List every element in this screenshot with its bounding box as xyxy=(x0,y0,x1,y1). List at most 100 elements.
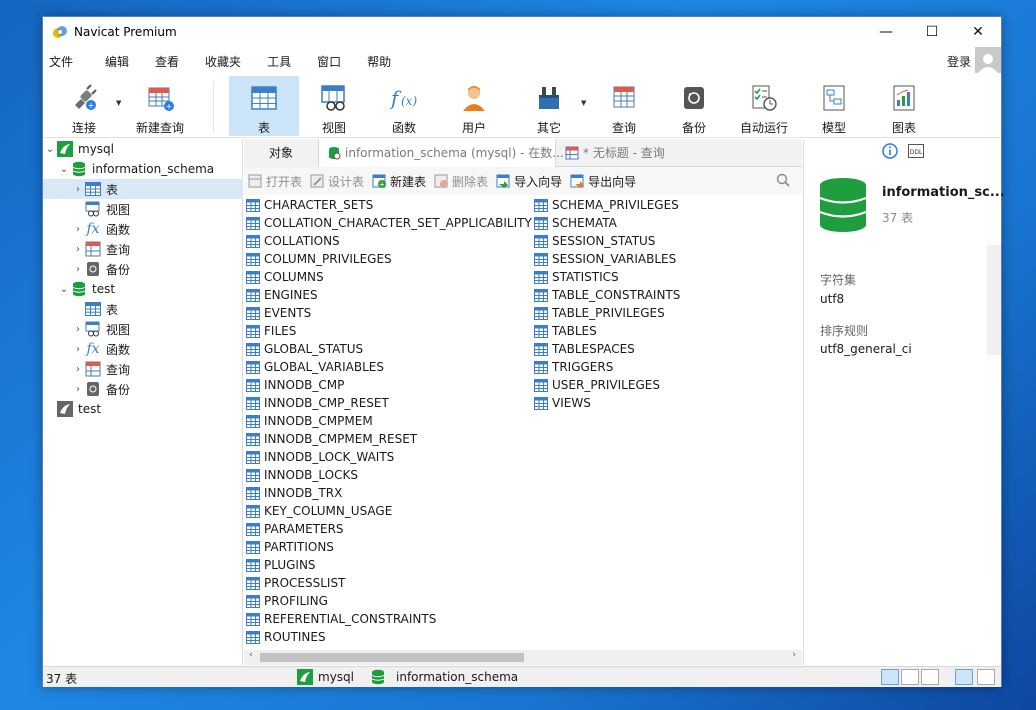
backup-button[interactable]: 备份 xyxy=(659,76,729,136)
table-list-item[interactable]: FILES xyxy=(246,322,296,340)
connect-button[interactable]: + 连接 xyxy=(49,76,119,136)
table-list-item[interactable]: COLLATIONS xyxy=(246,232,340,250)
table-list-item[interactable]: GLOBAL_VARIABLES xyxy=(246,358,384,376)
scroll-thumb[interactable] xyxy=(260,653,524,662)
tree-db-information-schema[interactable]: ⌄ information_schema xyxy=(57,159,243,179)
chevron-right-icon[interactable]: › xyxy=(71,324,85,335)
horizontal-scrollbar[interactable]: ‹ › xyxy=(244,650,802,665)
menu-tools[interactable]: 工具 xyxy=(261,53,303,70)
tab-untitled-query[interactable]: * 无标题 - 查询 xyxy=(556,139,673,167)
table-list-item[interactable]: COLUMNS xyxy=(246,268,324,286)
chevron-right-icon[interactable]: › xyxy=(71,224,85,235)
detail-view-button[interactable] xyxy=(901,669,919,685)
new-table-button[interactable]: + 新建表 xyxy=(368,173,430,190)
export-wizard-button[interactable]: 导出向导 xyxy=(566,173,640,190)
table-list-item[interactable]: STATISTICS xyxy=(534,268,619,286)
user-button[interactable]: 用户 xyxy=(439,76,509,136)
table-list-item[interactable]: INNODB_TRX xyxy=(246,484,342,502)
table-list-item[interactable]: SESSION_VARIABLES xyxy=(534,250,676,268)
tab-information-schema[interactable]: information_schema (mysql) - 在数... xyxy=(318,138,564,167)
chevron-down-icon[interactable]: ⌄ xyxy=(57,164,71,175)
chart-button[interactable]: 图表 xyxy=(869,76,939,136)
table-list-item[interactable]: INNODB_CMP xyxy=(246,376,344,394)
table-list-item[interactable]: TABLESPACES xyxy=(534,340,635,358)
table-list-item[interactable]: ROUTINES xyxy=(246,628,326,646)
chevron-right-icon[interactable]: › xyxy=(71,364,85,375)
chevron-down-icon[interactable]: ⌄ xyxy=(43,144,57,155)
info-icon[interactable] xyxy=(882,143,898,162)
query-button[interactable]: 查询 xyxy=(589,76,659,136)
avatar-icon[interactable] xyxy=(975,47,1001,73)
close-button[interactable]: ✕ xyxy=(955,17,1001,47)
maximize-button[interactable]: ☐ xyxy=(909,17,955,47)
menu-view[interactable]: 查看 xyxy=(149,53,191,70)
table-list-item[interactable]: GLOBAL_STATUS xyxy=(246,340,363,358)
table-list-item[interactable]: REFERENTIAL_CONSTRAINTS xyxy=(246,610,436,628)
new-query-button[interactable]: + 新建查询 xyxy=(125,76,195,136)
table-list-item[interactable]: COLUMN_PRIVILEGES xyxy=(246,250,392,268)
tree-item-views[interactable]: 视图 xyxy=(85,199,130,219)
table-list-item[interactable]: PARTITIONS xyxy=(246,538,334,556)
tree-item-functions[interactable]: › fx 函数 xyxy=(71,219,130,239)
tree-item-functions[interactable]: › fx 函数 xyxy=(71,339,130,359)
table-button[interactable]: 表 xyxy=(229,76,299,136)
table-list-item[interactable]: EVENTS xyxy=(246,304,311,322)
table-list-item[interactable]: INNODB_CMPMEM_RESET xyxy=(246,430,417,448)
tree-connection-test[interactable]: test xyxy=(57,399,101,419)
model-button[interactable]: 模型 xyxy=(799,76,869,136)
chevron-right-icon[interactable]: › xyxy=(71,384,85,395)
auto-run-button[interactable]: 自动运行 xyxy=(729,76,799,136)
table-list-item[interactable]: INNODB_LOCK_WAITS xyxy=(246,448,394,466)
table-list-item[interactable]: INNODB_LOCKS xyxy=(246,466,358,484)
view-button[interactable]: 视图 xyxy=(299,76,369,136)
menu-help[interactable]: 帮助 xyxy=(361,53,403,70)
er-view-button[interactable] xyxy=(921,669,939,685)
table-list-item[interactable]: CHARACTER_SETS xyxy=(246,196,373,214)
search-icon[interactable] xyxy=(776,173,790,190)
table-list-item[interactable]: INNODB_CMPMEM xyxy=(246,412,373,430)
table-list-item[interactable]: PLUGINS xyxy=(246,556,316,574)
tree-db-test[interactable]: ⌄ test xyxy=(57,279,115,299)
table-list-item[interactable]: SCHEMA_PRIVILEGES xyxy=(534,196,679,214)
import-wizard-button[interactable]: 导入向导 xyxy=(492,173,566,190)
table-list-item[interactable]: TRIGGERS xyxy=(534,358,613,376)
chevron-right-icon[interactable]: › xyxy=(71,264,85,275)
other-button[interactable]: 其它 xyxy=(514,76,584,136)
scroll-left-arrow[interactable]: ‹ xyxy=(249,650,253,660)
table-list-item[interactable]: PARAMETERS xyxy=(246,520,344,538)
scroll-right-arrow[interactable]: › xyxy=(792,650,796,660)
tree-item-tables[interactable]: 表 xyxy=(85,299,118,319)
chevron-down-icon[interactable]: ⌄ xyxy=(57,284,71,295)
connect-dropdown-arrow[interactable]: ▼ xyxy=(116,99,121,107)
tree-connection-mysql[interactable]: ⌄ mysql xyxy=(43,139,243,159)
table-list-item[interactable]: ENGINES xyxy=(246,286,318,304)
menu-edit[interactable]: 编辑 xyxy=(99,53,141,70)
menu-window[interactable]: 窗口 xyxy=(311,53,353,70)
minimize-button[interactable]: — xyxy=(863,17,909,47)
tree-item-views[interactable]: › 视图 xyxy=(71,319,130,339)
open-table-button[interactable]: 打开表 xyxy=(244,173,306,190)
function-button[interactable]: f (x) 函数 xyxy=(369,76,439,136)
table-list-item[interactable]: TABLES xyxy=(534,322,597,340)
table-list-item[interactable]: KEY_COLUMN_USAGE xyxy=(246,502,392,520)
chevron-right-icon[interactable]: › xyxy=(71,344,85,355)
toggle-info-pane-button[interactable] xyxy=(977,669,995,685)
table-list-item[interactable]: COLLATION_CHARACTER_SET_APPLICABILITY xyxy=(246,214,532,232)
table-list-item[interactable]: INNODB_CMP_RESET xyxy=(246,394,389,412)
ddl-icon[interactable]: DDL xyxy=(908,144,924,161)
chevron-right-icon[interactable]: › xyxy=(71,184,85,195)
table-list-item[interactable]: SESSION_STATUS xyxy=(534,232,655,250)
list-view-button[interactable] xyxy=(881,669,899,685)
table-list-item[interactable]: PROFILING xyxy=(246,592,328,610)
login-link[interactable]: 登录 xyxy=(947,53,971,70)
table-list-item[interactable]: PROCESSLIST xyxy=(246,574,345,592)
tree-item-backups[interactable]: › 备份 xyxy=(71,259,130,279)
tree-item-backups[interactable]: › 备份 xyxy=(71,379,130,399)
info-scrollbar[interactable] xyxy=(987,245,1001,355)
chevron-right-icon[interactable]: › xyxy=(71,244,85,255)
table-list-item[interactable]: VIEWS xyxy=(534,394,591,412)
menu-favorites[interactable]: 收藏夹 xyxy=(199,53,253,70)
tree-item-queries[interactable]: › 查询 xyxy=(71,239,130,259)
design-table-button[interactable]: 设计表 xyxy=(306,173,368,190)
menu-file[interactable]: 文件 xyxy=(43,53,85,70)
